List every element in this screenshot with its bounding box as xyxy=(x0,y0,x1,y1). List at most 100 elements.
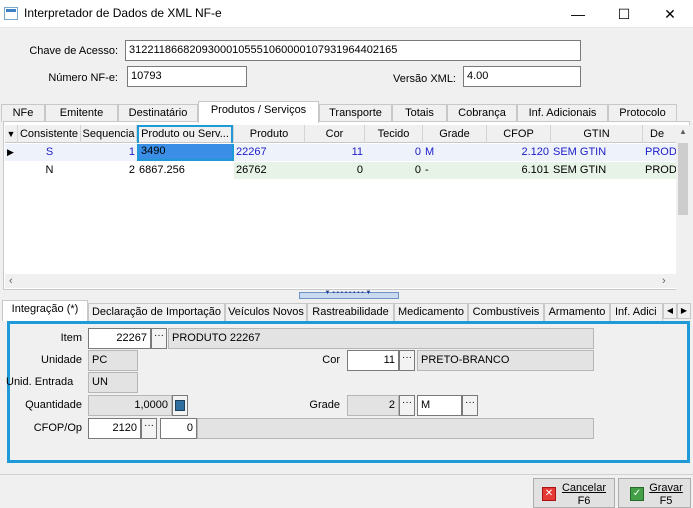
cell-sequencia[interactable]: 1 xyxy=(81,144,137,161)
check-icon: ✓ xyxy=(630,487,644,501)
grade-label: Grade xyxy=(309,399,340,411)
cell-consistente[interactable]: S xyxy=(18,144,81,161)
cell-gtin[interactable]: SEM GTIN xyxy=(551,144,643,161)
tab-cobranca[interactable]: Cobrança xyxy=(447,104,517,122)
grid-header: ▼ Consistente Sequencia Produto ou Serv.… xyxy=(5,125,677,143)
cell-descricao[interactable]: PRODU xyxy=(643,144,677,161)
cell-produto-serv[interactable]: 6867.256 xyxy=(137,162,234,179)
cancelar-shortcut: F6 xyxy=(577,495,591,507)
col-gtin[interactable]: GTIN xyxy=(551,125,643,143)
cor-field[interactable]: 11 xyxy=(347,350,399,371)
cell-produto[interactable]: 22267 xyxy=(234,144,305,161)
scroll-up-icon[interactable]: ▲ xyxy=(679,127,687,136)
panel-splitter[interactable]: ▼▪▪▪▪▪▪▪▪▼ xyxy=(299,290,399,299)
cell-grade[interactable]: M xyxy=(423,144,487,161)
tab-medicamento[interactable]: Medicamento xyxy=(394,303,468,321)
grade-desc-lookup-button[interactable]: ··· xyxy=(462,395,478,416)
cell-cor[interactable]: 0 xyxy=(305,162,365,179)
cell-cor[interactable]: 11 xyxy=(305,144,365,161)
tab-totais[interactable]: Totais xyxy=(392,104,447,122)
grade-lookup-button[interactable]: ··· xyxy=(399,395,415,416)
tab-armamento[interactable]: Armamento xyxy=(544,303,610,321)
grid-vertical-scrollbar[interactable]: ▲ xyxy=(676,125,690,290)
cfop-lookup-button[interactable]: ··· xyxy=(141,418,157,439)
main-tabbar: NFe Emitente Destinatário Produtos / Ser… xyxy=(1,101,691,123)
gravar-button[interactable]: ✓ Gravar F5 xyxy=(618,478,691,508)
op-field[interactable]: 0 xyxy=(160,418,197,439)
quantidade-field[interactable]: 1,0000 xyxy=(88,395,172,416)
tab-protocolo[interactable]: Protocolo xyxy=(608,104,677,122)
col-tecido[interactable]: Tecido xyxy=(365,125,423,143)
maximize-button[interactable]: ☐ xyxy=(601,0,647,28)
cancel-icon: ✕ xyxy=(542,487,556,501)
tab-nfe[interactable]: NFe xyxy=(1,104,45,122)
item-label: Item xyxy=(60,332,82,344)
row-pointer-icon: ▶ xyxy=(7,147,14,157)
cell-sequencia[interactable]: 2 xyxy=(81,162,137,179)
tab-inf-adicionais-produto[interactable]: Inf. Adici xyxy=(610,303,663,321)
cell-tecido[interactable]: 0 xyxy=(365,144,423,161)
item-field[interactable]: 22267 xyxy=(88,328,151,349)
grade-description-field[interactable]: M xyxy=(417,395,462,416)
numero-nfe-field[interactable]: 10793 xyxy=(127,66,247,87)
table-row[interactable]: ▶ S 1 3490 22267 11 0 M 2.120 SEM GTIN P… xyxy=(5,144,677,161)
tab-declaracao-importacao[interactable]: Declaração de Importação xyxy=(88,303,225,321)
col-sequencia[interactable]: Sequencia xyxy=(81,125,137,143)
tabs-scroll-right-icon[interactable]: ▶ xyxy=(677,303,691,319)
unid-entrada-field: UN xyxy=(88,372,138,393)
cell-produto[interactable]: 26762 xyxy=(234,162,305,179)
cell-descricao[interactable]: PRODU xyxy=(643,162,677,179)
grid-menu-icon[interactable]: ▼ xyxy=(5,125,18,143)
cfop-op-label: CFOP/Op xyxy=(33,422,82,434)
tabs-scroll-left-icon[interactable]: ◀ xyxy=(663,303,677,319)
tab-veiculos-novos[interactable]: Veículos Novos xyxy=(225,303,307,321)
item-lookup-button[interactable]: ··· xyxy=(151,328,167,349)
tab-transporte[interactable]: Transporte xyxy=(319,104,392,122)
col-produto[interactable]: Produto xyxy=(234,125,305,143)
cell-cfop[interactable]: 2.120 xyxy=(487,144,551,161)
op-description-field xyxy=(197,418,594,439)
close-button[interactable]: ✕ xyxy=(647,0,693,28)
calculator-button[interactable] xyxy=(172,395,188,416)
table-row[interactable]: N 2 6867.256 26762 0 0 - 6.101 SEM GTIN … xyxy=(5,162,677,179)
cor-lookup-button[interactable]: ··· xyxy=(399,350,415,371)
calculator-icon xyxy=(175,400,185,411)
item-description-field: PRODUTO 22267 xyxy=(168,328,594,349)
unidade-field: PC xyxy=(88,350,138,371)
scroll-left-icon[interactable]: ‹ xyxy=(9,274,13,288)
cell-tecido[interactable]: 0 xyxy=(365,162,423,179)
chave-acesso-field[interactable]: 3122118668209300010555106000010793196440… xyxy=(125,40,581,61)
cell-grade[interactable]: - xyxy=(423,162,487,179)
splitter-grip-icon: ▼▪▪▪▪▪▪▪▪▼ xyxy=(324,290,374,296)
versao-xml-field[interactable]: 4.00 xyxy=(463,66,581,87)
selected-column-outline xyxy=(137,125,233,143)
scroll-right-icon[interactable]: › xyxy=(662,274,666,288)
tab-emitente[interactable]: Emitente xyxy=(45,104,118,122)
cell-gtin[interactable]: SEM GTIN xyxy=(551,162,643,179)
col-cor[interactable]: Cor xyxy=(305,125,365,143)
app-icon xyxy=(4,7,18,20)
cancelar-button[interactable]: ✕ Cancelar F6 xyxy=(533,478,615,508)
cell-cfop[interactable]: 6.101 xyxy=(487,162,551,179)
col-cfop[interactable]: CFOP xyxy=(487,125,551,143)
tab-destinatario[interactable]: Destinatário xyxy=(118,104,198,122)
col-descricao[interactable]: De xyxy=(643,125,677,143)
cell-consistente[interactable]: N xyxy=(18,162,81,179)
col-grade[interactable]: Grade xyxy=(423,125,487,143)
tab-combustiveis[interactable]: Combustíveis xyxy=(468,303,544,321)
cor-description-field: PRETO-BRANCO xyxy=(417,350,594,371)
minimize-button[interactable]: — xyxy=(555,0,601,28)
tab-rastreabilidade[interactable]: Rastreabilidade xyxy=(307,303,394,321)
cell-produto-serv[interactable]: 3490 xyxy=(137,144,234,161)
grid-horizontal-scrollbar[interactable]: ‹ › xyxy=(5,274,676,288)
cfop-field[interactable]: 2120 xyxy=(88,418,141,439)
col-consistente[interactable]: Consistente xyxy=(18,125,81,143)
tab-inf-adicionais[interactable]: Inf. Adicionais xyxy=(517,104,608,122)
versao-xml-label: Versão XML: xyxy=(393,73,456,85)
tab-produtos-servicos[interactable]: Produtos / Serviços xyxy=(198,101,319,123)
scroll-thumb[interactable] xyxy=(678,143,688,215)
numero-nfe-label: Número NF-e: xyxy=(48,72,118,84)
tab-integracao[interactable]: Integração (*) xyxy=(2,300,88,321)
grade-field[interactable]: 2 xyxy=(347,395,399,416)
quantidade-label: Quantidade xyxy=(25,399,82,411)
